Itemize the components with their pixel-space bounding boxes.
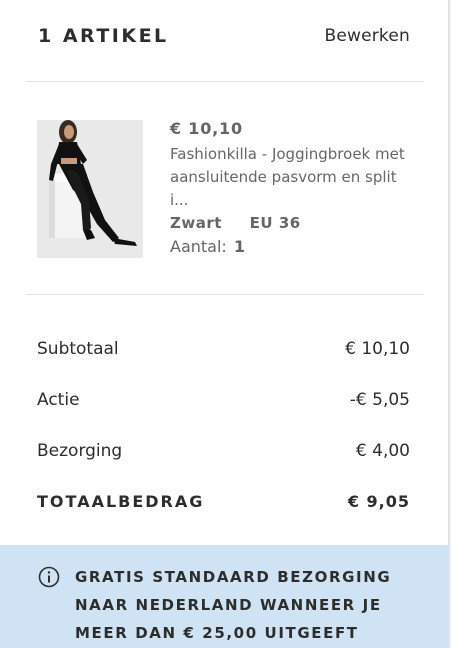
shipping-label: Bezorging — [37, 440, 123, 461]
banner-line1: GRATIS STANDAARD BEZORGING — [75, 568, 392, 586]
banner-text: GRATIS STANDAARD BEZORGING NAAR NEDERLAN… — [75, 563, 425, 647]
item-price: € 10,10 — [170, 119, 243, 138]
total-label: TOTAALBEDRAG — [37, 492, 205, 511]
item-name-line2: aansluitende pasvorm en split i... — [170, 168, 397, 209]
order-summary: Subtotaal € 10,10 Actie -€ 5,05 Bezorgin… — [37, 323, 410, 527]
cart-title: 1 ARTIKEL — [38, 25, 169, 47]
item-name[interactable]: Fashionkilla - Joggingbroek met aansluit… — [170, 143, 418, 212]
discount-label: Actie — [37, 389, 80, 410]
info-icon — [38, 566, 60, 588]
item-color: Zwart — [170, 214, 222, 232]
cart-header: 1 ARTIKEL Bewerken — [38, 20, 410, 52]
discount-value: -€ 5,05 — [349, 389, 410, 410]
total-row: TOTAALBEDRAG € 9,05 — [37, 476, 410, 527]
discount-row: Actie -€ 5,05 — [37, 374, 410, 425]
divider — [26, 81, 424, 82]
quantity-label: Aantal: — [170, 237, 227, 256]
divider — [26, 294, 424, 295]
cart-item: € 10,10 Fashionkilla - Joggingbroek met … — [37, 118, 418, 258]
cart-summary-panel: 1 ARTIKEL Bewerken € 10,10 Fashionkilla … — [0, 0, 449, 648]
product-image[interactable] — [37, 120, 143, 258]
item-variant: Zwart EU 36 — [170, 212, 418, 234]
subtotal-row: Subtotaal € 10,10 — [37, 323, 410, 374]
free-shipping-banner: GRATIS STANDAARD BEZORGING NAAR NEDERLAN… — [0, 545, 449, 648]
subtotal-label: Subtotaal — [37, 338, 119, 359]
banner-line2: NAAR NEDERLAND WANNEER JE — [75, 596, 382, 614]
edit-link[interactable]: Bewerken — [324, 26, 410, 46]
subtotal-value: € 10,10 — [345, 338, 410, 359]
quantity-value: 1 — [233, 237, 246, 256]
banner-line3: MEER DAN € 25,00 UITGEEFT — [75, 624, 359, 642]
total-value: € 9,05 — [347, 492, 410, 511]
item-name-line1: Fashionkilla - Joggingbroek met — [170, 145, 405, 163]
item-quantity: Aantal: 1 — [170, 235, 418, 259]
item-details: € 10,10 Fashionkilla - Joggingbroek met … — [170, 118, 418, 259]
item-size: EU 36 — [249, 214, 301, 232]
shipping-value: € 4,00 — [355, 440, 410, 461]
shipping-row: Bezorging € 4,00 — [37, 425, 410, 476]
product-photo — [37, 120, 143, 258]
